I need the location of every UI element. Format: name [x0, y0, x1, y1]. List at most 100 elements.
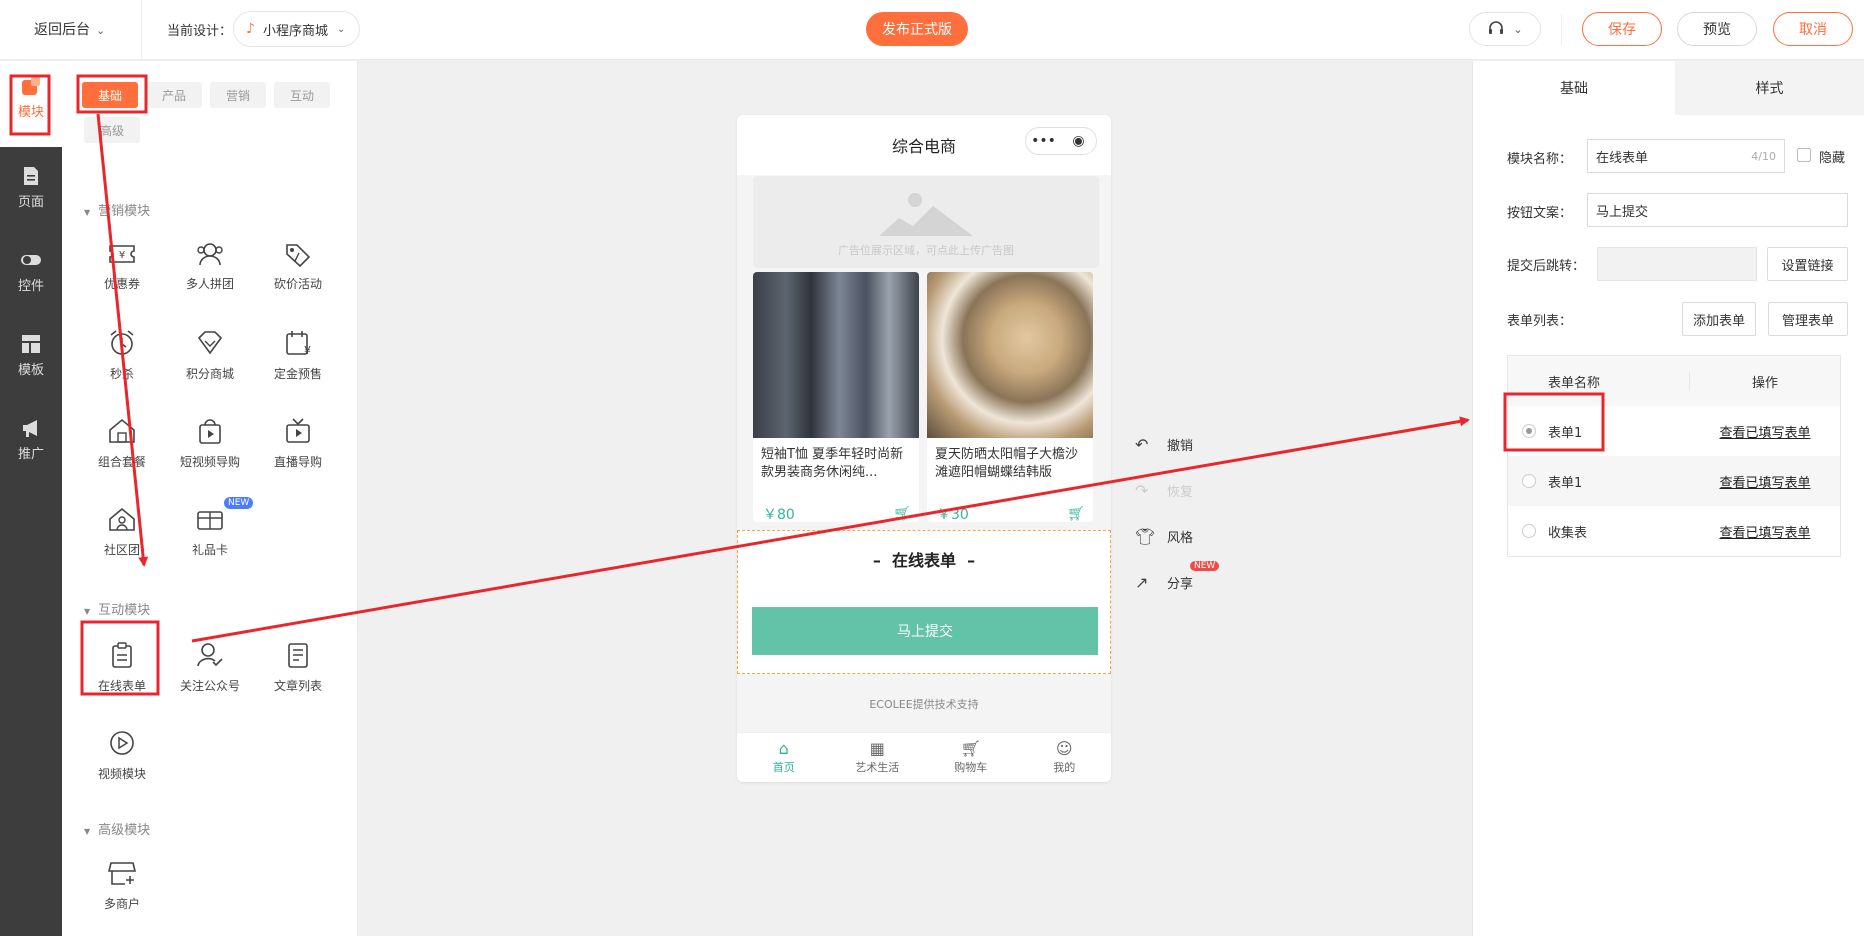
manage-form-button[interactable]: 管理表单: [1768, 302, 1848, 336]
module-label: 秒杀: [109, 367, 134, 381]
target-icon: ◉: [1072, 133, 1085, 149]
module-label: 组合套餐: [97, 455, 146, 469]
module-label: 视频模块: [97, 767, 146, 781]
section-label: 互动模块: [98, 603, 151, 618]
module-label: 积分商城: [185, 367, 234, 381]
gift-card-icon: [197, 511, 223, 530]
online-form-block[interactable]: – 在线表单 – 马上提交: [737, 530, 1111, 674]
form-radio[interactable]: [1522, 424, 1536, 438]
module-gift-card[interactable]: 礼品卡 NEW: [170, 497, 254, 558]
module-coupon[interactable]: ¥ 优惠券: [82, 241, 162, 292]
sidenav-label: 模块: [17, 105, 44, 120]
tab-basic-settings[interactable]: 基础: [1473, 61, 1675, 115]
style-button[interactable]: 👕︎ 风格: [1135, 527, 1215, 546]
divider: [1561, 14, 1562, 46]
cart-icon[interactable]: 🛒︎: [893, 506, 911, 522]
sidenav-item-page[interactable]: 页面: [0, 165, 62, 210]
section-title-interactive[interactable]: ▼ 互动模块: [84, 599, 150, 618]
module-article-list[interactable]: 文章列表: [258, 641, 338, 694]
sidenav-item-controls[interactable]: 控件: [0, 249, 62, 294]
ad-banner[interactable]: 广告位展示区域，可点此上传广告图: [753, 176, 1099, 268]
user-check-icon: [197, 643, 223, 667]
caret-down-icon: ▼: [84, 827, 91, 836]
header-form-name: 表单名称: [1508, 371, 1690, 391]
sidenav-item-promote[interactable]: 推广: [0, 417, 62, 462]
tab-cart[interactable]: 🛒︎ 购物车: [924, 733, 1018, 782]
tab-advanced[interactable]: 高级: [84, 117, 140, 143]
module-live[interactable]: 直播导购: [258, 417, 338, 470]
module-name-input[interactable]: 在线表单 4/10: [1587, 139, 1785, 173]
module-video[interactable]: 视频模块: [82, 729, 162, 782]
cancel-button[interactable]: 取消: [1773, 12, 1853, 46]
template-icon: [22, 335, 40, 353]
module-bargain[interactable]: 砍价活动: [258, 241, 338, 292]
cart-icon: 🛒︎: [960, 739, 981, 758]
module-name-label: 模块名称：: [1507, 152, 1573, 167]
section-title-advanced[interactable]: ▼ 高级模块: [84, 819, 150, 838]
module-presale[interactable]: ¥ 定金预售: [258, 329, 338, 382]
house-icon: [109, 418, 135, 443]
module-short-video[interactable]: 短视频导购: [170, 417, 250, 470]
module-follow-official[interactable]: 关注公众号: [170, 641, 250, 694]
button-text-label: 按钮文案：: [1507, 206, 1573, 221]
module-online-form[interactable]: 在线表单: [82, 641, 162, 694]
view-filled-link[interactable]: 查看已填写表单: [1690, 472, 1840, 491]
page-icon: [24, 167, 38, 185]
product-image-clothes: [753, 272, 919, 438]
section-label: 营销模块: [98, 204, 151, 219]
tab-product[interactable]: 产品: [146, 82, 202, 108]
module-points-mall[interactable]: 积分商城: [170, 329, 250, 382]
form-submit-button[interactable]: 马上提交: [752, 607, 1098, 655]
sidenav-item-module[interactable]: 模块: [0, 61, 62, 147]
module-community[interactable]: 社区团: [82, 505, 162, 558]
sidenav-item-template[interactable]: 模板: [0, 333, 62, 378]
tab-style-settings[interactable]: 样式: [1675, 61, 1864, 115]
product-image-hats: [927, 272, 1093, 438]
publish-button[interactable]: 发布正式版: [866, 12, 968, 46]
undo-button[interactable]: ↶ 撤销: [1135, 435, 1215, 454]
input-value: 在线表单: [1596, 150, 1649, 166]
redirect-link-field[interactable]: [1597, 247, 1757, 281]
module-combo[interactable]: 组合套餐: [82, 417, 162, 470]
tab-mine[interactable]: ☺ 我的: [1018, 733, 1112, 782]
action-label: 风格: [1167, 531, 1194, 546]
new-badge: NEW: [224, 497, 254, 509]
caret-down-icon: ▼: [84, 607, 91, 616]
tab-art-life[interactable]: ▦ 艺术生活: [831, 733, 925, 782]
view-filled-link[interactable]: 查看已填写表单: [1690, 522, 1840, 541]
phone-tabbar: ⌂ 首页 ▦ 艺术生活 🛒︎ 购物车 ☺ 我的: [737, 732, 1111, 782]
design-selector[interactable]: ♪ 小程序商城 ⌄: [233, 11, 361, 47]
add-form-button[interactable]: 添加表单: [1682, 302, 1756, 336]
module-icon: [22, 77, 40, 95]
set-link-button[interactable]: 设置链接: [1767, 247, 1848, 281]
tv-icon: [286, 418, 310, 443]
module-multi-merchant[interactable]: 多商户: [82, 859, 162, 912]
product-card[interactable]: 夏天防晒太阳帽子大檐沙滩遮阳帽蝴蝶结韩版 ￥30 🛒︎: [927, 272, 1093, 522]
module-group-buy[interactable]: 多人拼团: [170, 241, 250, 292]
tab-home[interactable]: ⌂ 首页: [737, 733, 831, 782]
sidenav-label: 推广: [17, 447, 44, 462]
tab-basic[interactable]: 基础: [82, 82, 138, 108]
form-radio[interactable]: [1522, 474, 1536, 488]
product-card[interactable]: 短袖T恤 夏季年轻时尚新款男装商务休闲纯... ￥80 🛒︎: [753, 272, 919, 522]
share-button[interactable]: ↗ 分享 NEW: [1135, 561, 1220, 592]
form-name: 表单1: [1548, 425, 1583, 441]
support-dropdown[interactable]: ⌄: [1469, 12, 1541, 46]
form-radio[interactable]: [1522, 524, 1536, 538]
redo-button[interactable]: ↷ 恢复: [1135, 481, 1215, 500]
diamond-icon: [197, 331, 223, 355]
section-title-marketing[interactable]: ▼ 营销模块: [84, 200, 150, 219]
module-label: 直播导购: [273, 455, 322, 469]
module-flash-sale[interactable]: 秒杀: [82, 329, 162, 382]
properties-panel: 基础 样式 模块名称： 在线表单 4/10 隐藏 按钮文案： 马上提交 提交后跳…: [1472, 61, 1864, 936]
design-name: 小程序商城: [262, 23, 328, 39]
back-to-admin-dropdown[interactable]: 返回后台 ⌄: [34, 19, 105, 39]
tab-interactive[interactable]: 互动: [274, 82, 330, 108]
tab-marketing[interactable]: 营销: [210, 82, 266, 108]
view-filled-link[interactable]: 查看已填写表单: [1690, 422, 1840, 441]
save-button[interactable]: 保存: [1582, 12, 1662, 46]
cart-icon[interactable]: 🛒︎: [1067, 506, 1085, 522]
preview-button[interactable]: 预览: [1677, 12, 1757, 46]
button-text-input[interactable]: 马上提交: [1587, 193, 1848, 227]
hide-checkbox[interactable]: [1797, 148, 1811, 162]
